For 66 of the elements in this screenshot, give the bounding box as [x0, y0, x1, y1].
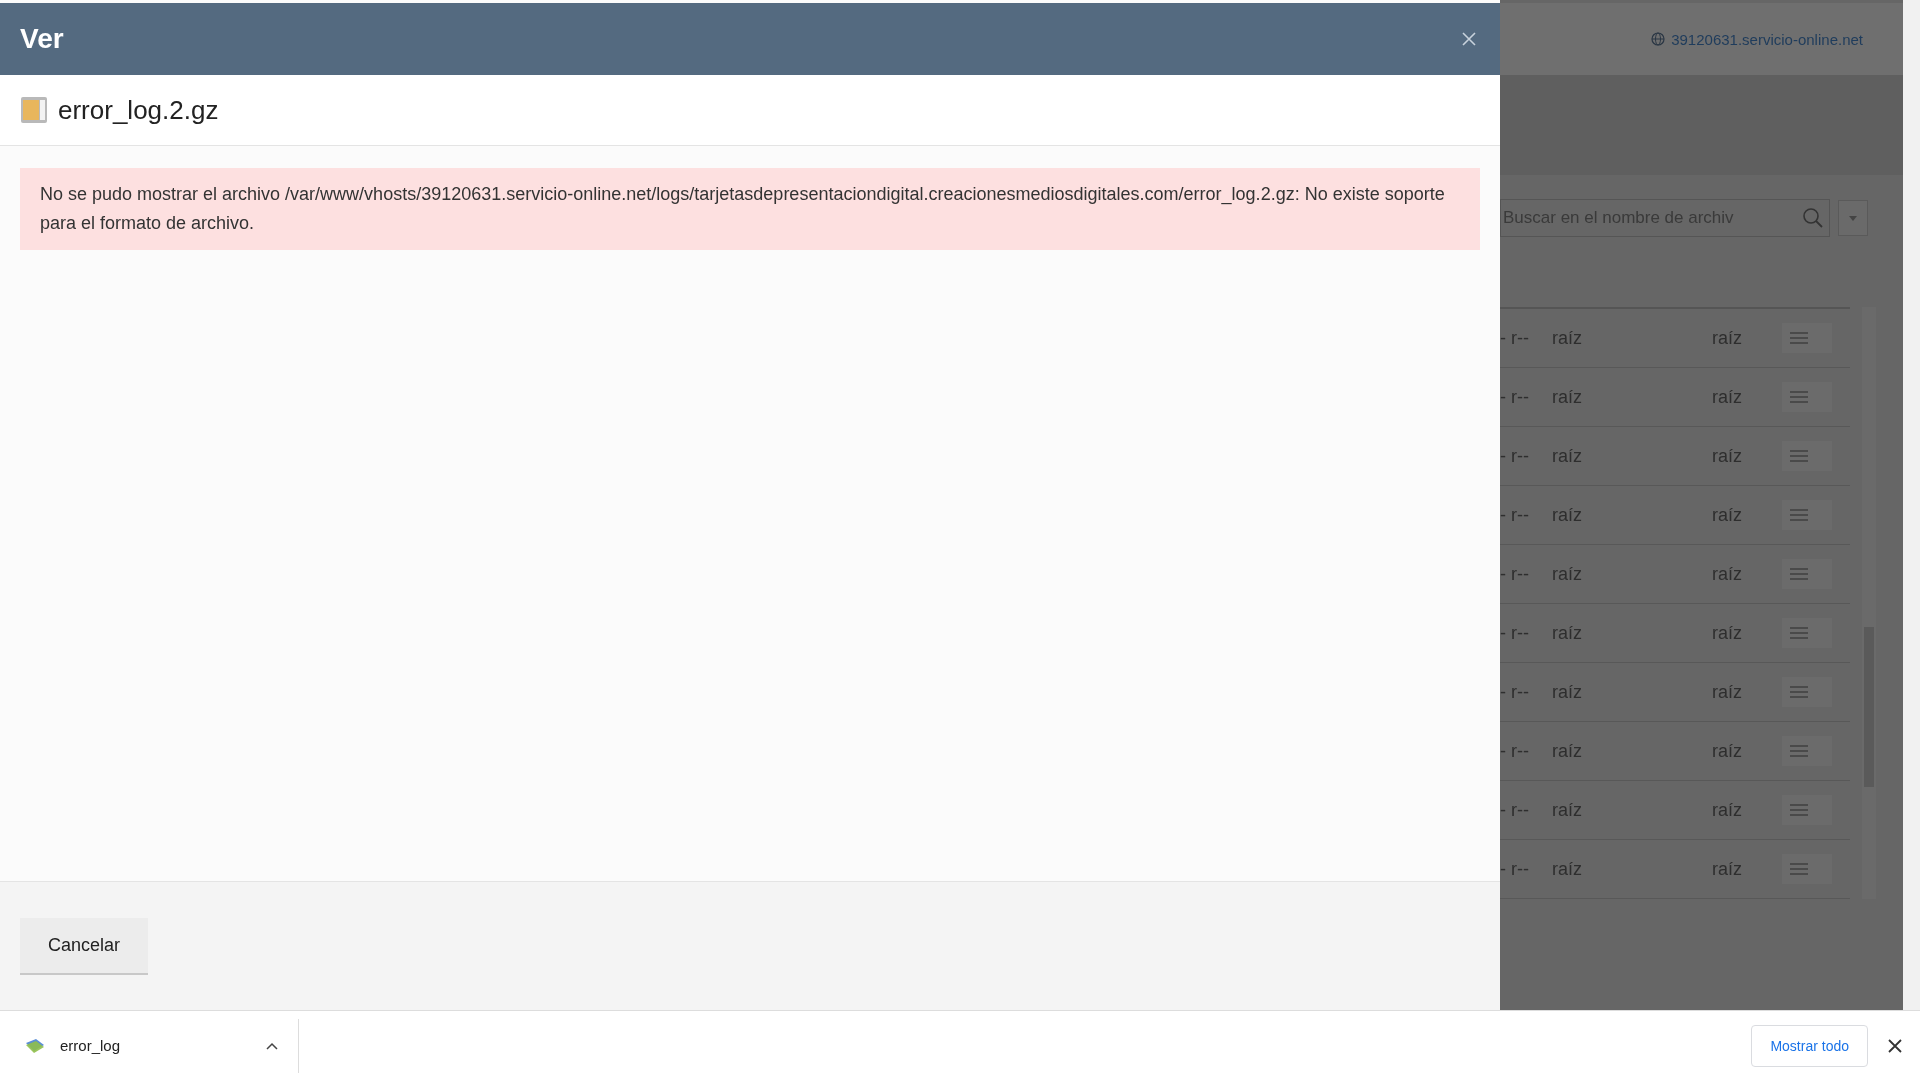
menu-icon	[1790, 390, 1808, 404]
owner-cell-text: raíz	[1552, 327, 1583, 349]
menu-icon	[1790, 685, 1808, 699]
permissions-cell-text: - r--	[1500, 858, 1530, 880]
permissions-cell-text: - r--	[1500, 327, 1530, 349]
row-menu-button[interactable]	[1782, 618, 1832, 648]
group-cell-text: raíz	[1712, 445, 1743, 467]
menu-icon	[1790, 803, 1808, 817]
group-cell-text: raíz	[1712, 386, 1743, 408]
group-cell-text: raíz	[1712, 799, 1743, 821]
permissions-cell-text: - r--	[1500, 386, 1530, 408]
permissions-cell-text: - r--	[1500, 563, 1530, 585]
row-menu-button[interactable]	[1782, 323, 1832, 353]
group-cell-text: raíz	[1712, 681, 1743, 703]
group-cell-text: raíz	[1712, 858, 1743, 880]
owner-cell-text: raíz	[1552, 858, 1583, 880]
owner-cell-text: raíz	[1552, 740, 1583, 762]
show-all-button[interactable]: Mostrar todo	[1751, 1024, 1868, 1067]
group-cell-text: raíz	[1712, 327, 1743, 349]
row-menu-button[interactable]	[1782, 559, 1832, 589]
menu-icon	[1790, 862, 1808, 876]
file-icon	[20, 96, 48, 124]
permissions-cell-text: - r--	[1500, 740, 1530, 762]
caret-icon	[1849, 215, 1857, 221]
menu-icon	[1790, 626, 1808, 640]
menu-icon	[1790, 744, 1808, 758]
group-cell-text: raíz	[1712, 504, 1743, 526]
menu-icon	[1790, 449, 1808, 463]
menu-icon	[1790, 567, 1808, 581]
error-message: No se pudo mostrar el archivo /var/www/vhosts/39120631.servicio-online.net/logs/tarjetasdepresentaciondigital.creacionesmediosdigitales.com/error_log.2.gz: No existe soporte para el formato de archivo.	[20, 168, 1480, 250]
menu-icon	[1790, 331, 1808, 345]
owner-cell-text: raíz	[1552, 622, 1583, 644]
owner-cell-text: raíz	[1552, 799, 1583, 821]
owner-cell-text: raíz	[1552, 386, 1583, 408]
globe-icon	[1651, 32, 1666, 46]
permissions-cell-text: - r--	[1500, 681, 1530, 703]
search-icon	[1802, 207, 1824, 229]
row-menu-button[interactable]	[1782, 677, 1832, 707]
chevron-up-icon	[266, 1041, 278, 1050]
menu-icon	[1790, 508, 1808, 522]
owner-cell-text: raíz	[1552, 504, 1583, 526]
close-icon	[1462, 32, 1476, 46]
group-cell-text: raíz	[1712, 563, 1743, 585]
permissions-cell-text: - r--	[1500, 445, 1530, 467]
owner-cell-text: raíz	[1552, 445, 1583, 467]
row-menu-button[interactable]	[1782, 441, 1832, 471]
owner-cell-text: raíz	[1552, 681, 1583, 703]
row-menu-button[interactable]	[1782, 382, 1832, 412]
download-item[interactable]: error_log	[0, 1018, 299, 1073]
close-icon	[1888, 1038, 1902, 1053]
cancel-button[interactable]: Cancelar	[20, 917, 149, 975]
row-menu-button[interactable]	[1782, 736, 1832, 766]
row-menu-button[interactable]	[1782, 854, 1832, 884]
row-menu-button[interactable]	[1782, 500, 1832, 530]
dialog-title: Ver	[20, 23, 64, 55]
permissions-cell-text: - r--	[1500, 504, 1530, 526]
row-menu-button[interactable]	[1782, 795, 1832, 825]
permissions-cell-text: - r--	[1500, 799, 1530, 821]
file-name: error_log.2.gz	[58, 94, 219, 126]
permissions-cell-text: - r--	[1500, 622, 1530, 644]
download-file-name: error_log	[60, 1037, 122, 1054]
group-cell-text: raíz	[1712, 740, 1743, 762]
group-cell-text: raíz	[1712, 622, 1743, 644]
owner-cell-text: raíz	[1552, 563, 1583, 585]
dropdown-button[interactable]	[1838, 200, 1868, 236]
archive-icon	[24, 1036, 46, 1055]
